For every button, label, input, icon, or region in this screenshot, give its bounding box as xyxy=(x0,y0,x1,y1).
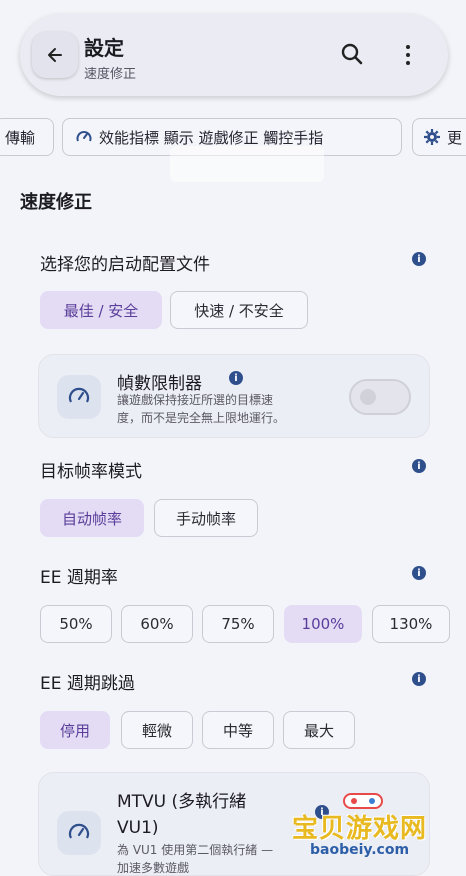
target-framerate-info-icon[interactable]: i xyxy=(412,459,426,473)
profile-option-safe[interactable]: 最佳 / 安全 xyxy=(40,291,162,329)
tab-transfer[interactable]: 傳輸 xyxy=(0,118,54,156)
search-icon xyxy=(341,43,363,65)
ee-cycle-rate-label: EE 週期率 xyxy=(40,568,118,588)
framerate-option-auto[interactable]: 自动帧率 xyxy=(40,499,144,537)
ee-rate-option-130[interactable]: 130% xyxy=(372,605,450,643)
ee-skip-option-off[interactable]: 停用 xyxy=(40,711,110,749)
framerate-option-manual[interactable]: 手动帧率 xyxy=(154,499,258,537)
ee-rate-option-100[interactable]: 100% xyxy=(284,605,362,643)
speedometer-icon xyxy=(76,131,92,142)
ee-cycle-skip-info-icon[interactable]: i xyxy=(412,672,426,686)
top-app-bar: 設定 速度修正 xyxy=(20,14,448,96)
ee-cycle-skip-label: EE 週期跳過 xyxy=(40,674,135,694)
ee-skip-option-max[interactable]: 最大 xyxy=(283,711,355,749)
frame-limiter-description-1: 讓遊戲保持接近所選的目標速 xyxy=(117,393,274,407)
more-vert-icon xyxy=(406,45,410,49)
frame-limiter-info-icon[interactable]: i xyxy=(229,371,243,385)
target-framerate-label: 目标帧率模式 xyxy=(40,462,142,482)
frame-limiter-toggle[interactable] xyxy=(349,379,411,415)
page-title: 設定 xyxy=(84,36,124,60)
speedometer-icon xyxy=(68,823,90,839)
frame-limiter-card[interactable]: 幀數限制器 i 讓遊戲保持接近所選的目標速 度，而不是完全無上限地運行。 xyxy=(38,354,430,438)
tab-indicator-ghost xyxy=(170,146,324,182)
ee-cycle-rate-info-icon[interactable]: i xyxy=(412,566,426,580)
ee-skip-option-medium[interactable]: 中等 xyxy=(202,711,274,749)
profile-option-fast[interactable]: 快速 / 不安全 xyxy=(170,291,308,329)
watermark-url: baobeiy.com xyxy=(310,842,410,858)
mtvu-icon-box xyxy=(57,811,101,855)
back-button[interactable] xyxy=(32,32,78,78)
profile-label: 选择您的启动配置文件 xyxy=(40,255,210,275)
ee-rate-option-50[interactable]: 50% xyxy=(40,605,112,643)
mtvu-title-1: MTVU (多執行緒 xyxy=(117,792,247,812)
speedometer-icon xyxy=(68,387,90,403)
tab-more[interactable]: 更 xyxy=(412,118,466,156)
ee-skip-option-light[interactable]: 輕微 xyxy=(121,711,193,749)
profile-info-icon[interactable]: i xyxy=(412,252,426,266)
toggle-knob xyxy=(360,389,376,405)
site-watermark: 宝贝游戏网 baobeiy.com xyxy=(286,790,446,860)
frame-limiter-description-2: 度，而不是完全無上限地運行。 xyxy=(117,411,286,425)
section-title: 速度修正 xyxy=(20,192,92,213)
search-button[interactable] xyxy=(338,40,366,68)
mtvu-description-1: 為 VU1 使用第二個執行緒 — xyxy=(117,843,274,857)
mtvu-title-2: VU1) xyxy=(117,818,159,838)
page-subtitle: 速度修正 xyxy=(84,67,137,82)
ee-rate-option-60[interactable]: 60% xyxy=(121,605,193,643)
more-options-button[interactable] xyxy=(396,40,420,70)
ee-rate-option-75[interactable]: 75% xyxy=(202,605,274,643)
gear-icon xyxy=(424,129,440,145)
frame-limiter-icon-box xyxy=(57,375,101,419)
arrow-back-icon xyxy=(48,48,62,62)
watermark-text: 宝贝游戏网 xyxy=(292,814,428,844)
mtvu-description-2: 加速多數遊戲 xyxy=(117,861,190,875)
